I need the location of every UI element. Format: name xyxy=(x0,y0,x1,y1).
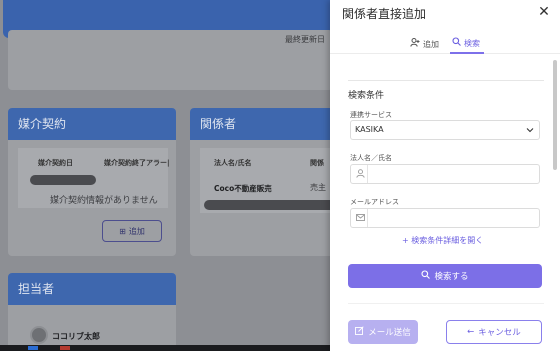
taskbar-app-icon[interactable] xyxy=(28,346,38,350)
mail-icon xyxy=(356,213,366,223)
drawer-title: 関係者直接追加 xyxy=(342,7,427,21)
plus-square-icon: ⊞ xyxy=(119,226,126,236)
taskbar-app-icon[interactable] xyxy=(60,346,70,350)
column-contract-end-alert: 媒介契約終了アラー| xyxy=(104,159,170,167)
chevron-down-icon xyxy=(526,121,534,146)
drawer-tabs: 追加 検索 xyxy=(330,32,560,54)
table-scrollbar[interactable] xyxy=(30,175,96,185)
column-name: 法人名/氏名 xyxy=(214,159,252,167)
party-name: Coco不動産販売 xyxy=(214,184,272,193)
cancel-button[interactable]: ← キャンセル xyxy=(446,320,542,344)
add-contract-button[interactable]: ⊞ 追加 xyxy=(102,220,162,242)
tab-add-label: 追加 xyxy=(423,39,439,49)
tab-search[interactable]: 検索 xyxy=(450,34,484,54)
add-related-party-drawer: 関係者直接追加 ✕ 追加 検索 検索条件 連携サービス KASIKA 法人名／氏… xyxy=(330,0,560,351)
avatar xyxy=(30,326,48,344)
mediation-contract-card: 媒介契約 媒介契約日 媒介契約終了アラー| 媒介契約情報がありません ⊞ 追加 xyxy=(8,108,176,256)
service-select[interactable]: KASIKA xyxy=(350,120,540,140)
input-divider xyxy=(367,165,368,183)
party-relation: 売主 xyxy=(310,183,326,192)
mediation-contract-title: 媒介契約 xyxy=(8,108,176,140)
more-conditions-link[interactable]: + 検索条件詳細を開く xyxy=(402,235,483,246)
service-label: 連携サービス xyxy=(350,111,392,119)
drawer-scrollbar[interactable] xyxy=(553,60,557,170)
empty-message: 媒介契約情報がありません xyxy=(50,196,158,206)
column-relation: 関係 xyxy=(310,159,324,167)
last-update-label: 最終更新日 xyxy=(285,35,325,44)
arrow-left-icon: ← xyxy=(467,327,475,337)
person-icon xyxy=(356,169,366,179)
service-select-value: KASIKA xyxy=(355,125,384,134)
send-mail-label: メール送信 xyxy=(368,328,411,338)
email-input[interactable] xyxy=(350,208,540,228)
related-parties-table: 法人名/氏名 関係 Coco不動産販売 売主 xyxy=(200,148,338,213)
related-parties-title: 関係者 xyxy=(190,108,338,140)
tab-add[interactable]: 追加 xyxy=(410,34,439,54)
search-icon xyxy=(452,37,461,49)
search-icon xyxy=(421,270,431,282)
column-contract-date: 媒介契約日 xyxy=(38,159,73,167)
cancel-label: キャンセル xyxy=(478,328,521,338)
summary-card: 最終更新日 xyxy=(8,30,333,90)
tab-search-label: 検索 xyxy=(464,38,480,48)
close-icon[interactable]: ✕ xyxy=(534,2,554,22)
staff-name: ココリブ太郎 xyxy=(52,332,100,341)
staff-title: 担当者 xyxy=(8,273,176,305)
search-button-label: 検索する xyxy=(434,272,469,282)
staff-card: 担当者 ココリブ太郎 xyxy=(8,273,176,351)
name-input[interactable] xyxy=(350,164,540,184)
person-add-icon xyxy=(410,38,420,50)
input-divider xyxy=(367,209,368,227)
add-contract-label: 追加 xyxy=(128,226,145,236)
table-scrollbar[interactable] xyxy=(204,200,338,210)
divider xyxy=(348,303,544,304)
email-label: メールアドレス xyxy=(350,198,399,206)
name-label: 法人名／氏名 xyxy=(350,154,392,162)
send-mail-button[interactable]: メール送信 xyxy=(348,320,418,344)
edit-icon xyxy=(355,326,364,338)
divider xyxy=(348,80,544,81)
search-conditions-title: 検索条件 xyxy=(348,91,385,101)
search-button[interactable]: 検索する xyxy=(348,264,542,288)
mediation-contract-table: 媒介契約日 媒介契約終了アラー| 媒介契約情報がありません xyxy=(18,148,170,208)
related-parties-card: 関係者 法人名/氏名 関係 Coco不動産販売 売主 xyxy=(190,108,338,256)
